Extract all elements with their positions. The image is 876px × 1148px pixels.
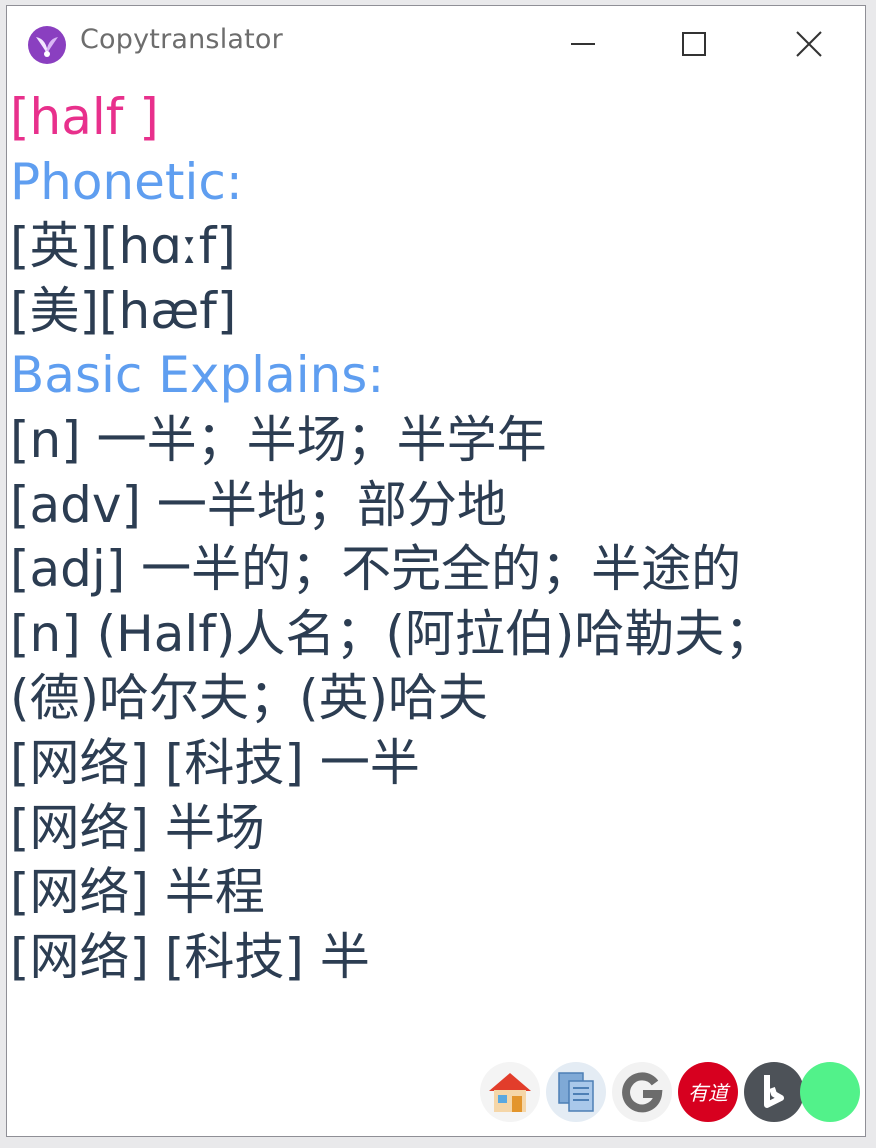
explain-line: [网络] 半程 [10, 863, 265, 922]
explain-line: [网络] [科技] 半 [10, 927, 370, 986]
app-window: Copytranslator [half ] Phonetic: [英][hɑː… [6, 5, 866, 1137]
explain-line: [n] (Half)人名；(阿拉伯)哈勒夫； [10, 604, 775, 663]
action-dock: 有道 [479, 1061, 861, 1125]
phonetic-us: [美][hæf] [10, 281, 237, 340]
close-button[interactable] [780, 20, 838, 68]
explain-line: [网络] 半场 [10, 798, 265, 857]
close-icon [796, 31, 822, 57]
copy-docs-icon[interactable] [545, 1061, 607, 1123]
explain-line: [adv] 一半地；部分地 [10, 475, 507, 534]
translation-result[interactable]: [half ] Phonetic: [英][hɑːf] [美][hæf] Bas… [10, 85, 860, 989]
explains-heading: Basic Explains: [10, 346, 385, 405]
app-logo-icon [27, 25, 67, 65]
window-title: Copytranslator [80, 24, 283, 55]
youdao-label: 有道 [688, 1081, 731, 1105]
google-icon[interactable] [611, 1061, 673, 1123]
bing-icon[interactable] [743, 1061, 805, 1123]
minimize-icon [571, 43, 595, 45]
minimize-button[interactable] [554, 20, 612, 68]
explain-line: [n] 一半；半场；半学年 [10, 410, 547, 469]
maximize-icon [682, 32, 706, 56]
explain-line: (德)哈尔夫；(英)哈夫 [10, 669, 489, 728]
phonetic-heading: Phonetic: [10, 152, 243, 211]
explain-line: [网络] [科技] 一半 [10, 733, 420, 792]
query-word: [half ] [10, 88, 159, 146]
title-bar[interactable]: Copytranslator [7, 6, 865, 78]
maximize-button[interactable] [665, 20, 723, 68]
home-icon[interactable] [479, 1061, 541, 1123]
green-status-icon[interactable] [799, 1061, 861, 1123]
phonetic-uk: [英][hɑːf] [10, 217, 236, 276]
youdao-icon[interactable]: 有道 [677, 1061, 739, 1123]
explain-line: [adj] 一半的；不完全的；半途的 [10, 540, 742, 599]
